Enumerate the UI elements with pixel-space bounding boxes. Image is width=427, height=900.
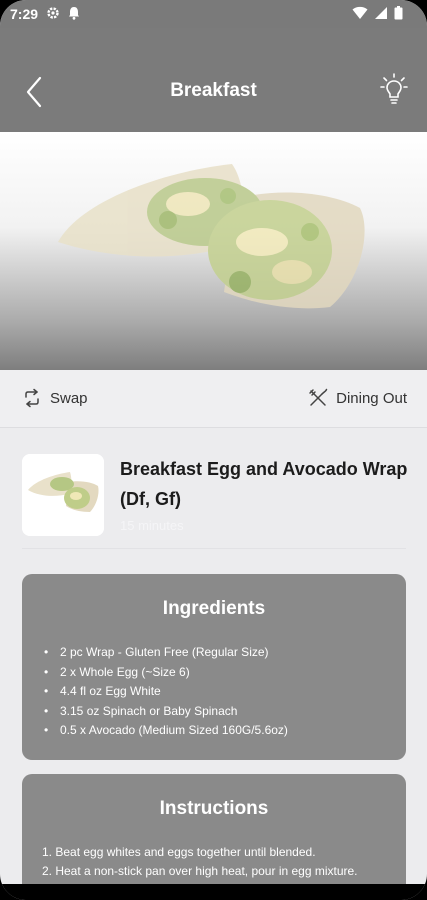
- wifi-icon: [352, 6, 368, 19]
- swap-label: Swap: [50, 389, 88, 407]
- page-title: Breakfast: [170, 80, 257, 101]
- ingredients-card: Ingredients 2 pc Wrap - Gluten Free (Reg…: [22, 574, 406, 760]
- instruction-step: 2. Heat a non-stick pan over high heat, …: [42, 864, 358, 878]
- meal-summary[interactable]: Breakfast Egg and Avocado Wrap (Df, Gf) …: [22, 454, 407, 548]
- fork-knife-icon: [309, 388, 328, 406]
- ingredient-item: 2 pc Wrap - Gluten Free (Regular Size): [42, 643, 406, 663]
- dining-out-button[interactable]: Dining Out: [308, 388, 407, 408]
- navigation-gesture-bar: [0, 884, 427, 900]
- status-time: 7:29: [10, 6, 39, 22]
- divider: [22, 548, 406, 549]
- action-bar: Swap Dining Out: [0, 370, 427, 428]
- lightbulb-icon[interactable]: [379, 72, 409, 106]
- swap-button[interactable]: Swap: [22, 388, 88, 408]
- ingredients-title: Ingredients: [162, 598, 266, 619]
- signal-icon: [375, 7, 387, 19]
- meal-thumbnail-image: [22, 454, 104, 536]
- notification-bell-icon: [69, 7, 79, 20]
- ingredient-item: 4.4 fl oz Egg White: [42, 682, 406, 702]
- instructions-title: Instructions: [159, 798, 269, 819]
- meal-thumbnail: [22, 454, 104, 536]
- dining-out-label: Dining Out: [336, 389, 407, 407]
- ingredient-item: 0.5 x Avocado (Medium Sized 160G/5.6oz): [42, 721, 406, 741]
- settings-icon: [47, 7, 59, 19]
- ingredient-item: 3.15 oz Spinach or Baby Spinach: [42, 702, 406, 722]
- ingredient-item: 2 x Whole Egg (~Size 6): [42, 663, 406, 683]
- instructions-list: 1. Beat egg whites and eggs together unt…: [22, 843, 406, 881]
- meal-name: Breakfast Egg and Avocado Wrap (Df, Gf): [120, 459, 408, 509]
- meal-hero-image: [0, 132, 427, 370]
- phone-screen: 7:29 Breakfast Swap Dining Out Breakfast…: [0, 0, 427, 900]
- ingredients-list: 2 pc Wrap - Gluten Free (Regular Size) 2…: [22, 643, 406, 741]
- battery-icon: [394, 6, 403, 20]
- app-header: Breakfast: [0, 28, 427, 132]
- instructions-card: Instructions 1. Beat egg whites and eggs…: [22, 774, 406, 900]
- meal-prep-time: 15 minutes: [120, 518, 184, 533]
- swap-icon: [25, 388, 39, 408]
- wrap-photo: [58, 164, 365, 309]
- instruction-step: 1. Beat egg whites and eggs together unt…: [42, 845, 316, 859]
- status-bar: 7:29: [0, 0, 427, 28]
